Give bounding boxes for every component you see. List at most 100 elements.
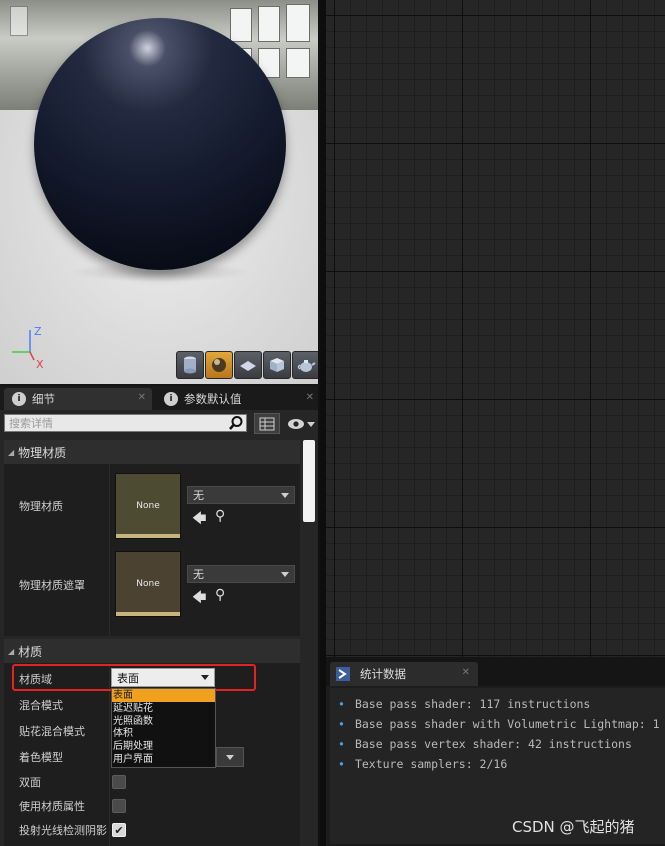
- raytraced-shadows-checkbox[interactable]: ✔: [112, 823, 126, 837]
- highlight-box: [12, 664, 256, 691]
- parameter-info-icon: i: [164, 392, 178, 406]
- details-panel: i 细节 ✕ i 参数默认值 ✕ ◢ 物理材质 物理材质 None 无: [0, 386, 320, 846]
- details-tab-bar: i 细节 ✕ i 参数默认值 ✕: [0, 386, 318, 410]
- plane-icon: [240, 361, 256, 371]
- stat-text: Base pass shader with Volumetric Lightma…: [354, 717, 660, 731]
- physical-material-mask-value: 无: [193, 568, 204, 581]
- physical-material-mask-thumb-text: None: [136, 579, 160, 589]
- blend-mode-label: 混合模式: [19, 699, 63, 712]
- view-options-button[interactable]: [284, 415, 318, 433]
- shading-model-label: 着色模型: [19, 751, 63, 764]
- collapse-arrow-icon: ◢: [8, 646, 15, 656]
- section-material[interactable]: ◢ 材质: [4, 639, 300, 663]
- tab-stats-label: 统计数据: [360, 667, 406, 681]
- browse-magnifier-icon[interactable]: ⚲: [215, 508, 225, 524]
- axis-z-label: Z: [34, 325, 42, 338]
- stats-icon: [336, 667, 350, 681]
- close-icon[interactable]: ✕: [462, 667, 470, 678]
- tab-details-label: 细节: [32, 392, 55, 406]
- sphere-icon: [212, 358, 226, 372]
- domain-option[interactable]: 表面: [112, 689, 215, 702]
- use-material-attributes-checkbox[interactable]: [112, 799, 126, 813]
- section-material-title: 材质: [18, 644, 43, 659]
- thumbnail-bar: [116, 534, 180, 538]
- stat-text: Texture samplers: 2/16: [354, 757, 508, 771]
- physical-material-thumbnail[interactable]: None: [115, 473, 181, 539]
- details-scrollbar[interactable]: [303, 440, 315, 522]
- tab-details[interactable]: i 细节 ✕: [4, 388, 152, 410]
- axis-gizmo: Z X: [12, 325, 44, 370]
- physical-material-label: 物理材质: [19, 500, 63, 513]
- bullet-icon: •: [338, 757, 345, 771]
- preview-cylinder-button[interactable]: [176, 351, 204, 379]
- browse-magnifier-icon[interactable]: ⚲: [215, 587, 225, 603]
- bullet-icon: •: [338, 737, 345, 751]
- preview-plane-button[interactable]: [234, 351, 262, 379]
- details-info-icon: i: [12, 392, 26, 406]
- building-window: [230, 8, 252, 42]
- use-material-attributes-label: 使用材质属性: [19, 800, 85, 813]
- building-window: [286, 48, 310, 78]
- domain-option[interactable]: 延迟贴花: [112, 702, 215, 715]
- stat-text: Base pass shader: 117 instructions: [354, 697, 591, 711]
- stat-line: • Base pass shader with Volumetric Lightm…: [330, 714, 665, 734]
- physical-material-mask-dropdown[interactable]: 无: [187, 565, 295, 583]
- domain-option[interactable]: 光照函数: [112, 715, 215, 728]
- axis-x-label: X: [36, 358, 44, 370]
- column-divider: [109, 464, 110, 636]
- cylinder-icon: [184, 356, 196, 374]
- raytraced-shadows-label: 投射光线检测阴影: [19, 824, 107, 837]
- building-window: [286, 4, 310, 42]
- two-sided-checkbox[interactable]: [112, 775, 126, 789]
- decal-blend-mode-label: 贴花混合模式: [19, 725, 85, 738]
- physical-material-mask-thumbnail[interactable]: None: [115, 551, 181, 617]
- chevron-down-icon: [281, 571, 289, 577]
- material-preview-viewport[interactable]: Z X: [0, 0, 320, 384]
- two-sided-label: 双面: [19, 776, 41, 789]
- material-domain-options: 表面 延迟贴花 光照函数 体积 后期处理 用户界面: [111, 688, 216, 768]
- physical-material-mask-label: 物理材质遮罩: [19, 579, 85, 592]
- domain-option[interactable]: 后期处理: [112, 740, 215, 753]
- details-search-row: [4, 413, 316, 435]
- bullet-icon: •: [338, 697, 345, 711]
- close-icon[interactable]: ✕: [306, 392, 314, 403]
- shading-model-dropdown[interactable]: [216, 747, 244, 767]
- collapse-arrow-icon: ◢: [8, 447, 15, 457]
- preview-sphere: [34, 18, 286, 270]
- stat-line: • Texture samplers: 2/16: [330, 754, 665, 774]
- section-physical-material-title: 物理材质: [18, 445, 67, 460]
- eye-icon: [288, 419, 304, 429]
- stat-line: • Base pass vertex shader: 42 instruction…: [330, 734, 665, 754]
- material-graph-canvas[interactable]: [326, 0, 665, 657]
- thumbnail-bar: [116, 612, 180, 616]
- preview-teapot-button[interactable]: [292, 351, 318, 379]
- watermark: CSDN @飞起的猪: [512, 818, 635, 836]
- stats-tab-bar: 统计数据 ✕: [326, 660, 665, 686]
- use-selected-arrow-icon[interactable]: 🡄: [192, 508, 206, 532]
- teapot-icon: [297, 360, 316, 372]
- search-icon[interactable]: [228, 415, 244, 431]
- close-icon[interactable]: ✕: [138, 392, 146, 403]
- domain-option[interactable]: 体积: [112, 727, 215, 740]
- grid-icon: [259, 417, 275, 430]
- physical-material-value: 无: [193, 489, 204, 502]
- preview-sphere-button[interactable]: [205, 351, 233, 379]
- use-selected-arrow-icon[interactable]: 🡄: [192, 587, 206, 611]
- cube-icon: [270, 358, 284, 372]
- preview-shape-toolbar: [176, 351, 318, 379]
- section-physical-material[interactable]: ◢ 物理材质: [4, 440, 300, 464]
- preview-cube-button[interactable]: [263, 351, 291, 379]
- chevron-down-icon: [226, 754, 234, 760]
- chevron-down-icon: [281, 492, 289, 498]
- chevron-down-icon: [307, 421, 315, 427]
- building-window: [10, 6, 28, 36]
- stat-text: Base pass vertex shader: 42 instructions: [354, 737, 632, 751]
- tab-parameter-defaults-label: 参数默认值: [184, 392, 242, 406]
- search-details-input[interactable]: [4, 414, 247, 432]
- domain-option[interactable]: 用户界面: [112, 753, 215, 766]
- tab-parameter-defaults[interactable]: i 参数默认值 ✕: [156, 388, 318, 410]
- bullet-icon: •: [338, 717, 345, 731]
- physical-material-dropdown[interactable]: 无: [187, 486, 295, 504]
- tab-stats[interactable]: 统计数据 ✕: [330, 662, 478, 686]
- property-matrix-button[interactable]: [254, 413, 280, 434]
